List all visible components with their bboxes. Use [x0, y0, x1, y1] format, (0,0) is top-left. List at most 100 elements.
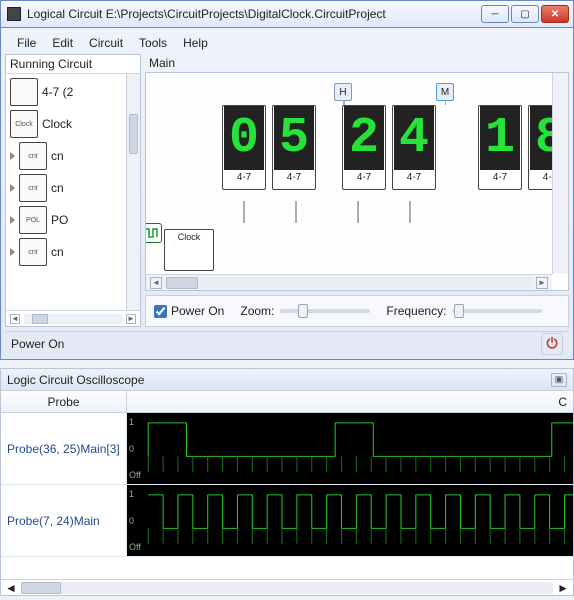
- expand-icon[interactable]: [10, 152, 15, 160]
- tree-item[interactable]: cnt cn: [8, 236, 138, 268]
- scroll-right-icon[interactable]: ►: [536, 277, 548, 289]
- tree-item[interactable]: cnt cn: [8, 140, 138, 172]
- circuit-canvas[interactable]: H M 0 4-7 5 4-7 2 4-7: [145, 72, 569, 291]
- tree-horizontal-scrollbar[interactable]: ◄ ►: [6, 310, 140, 326]
- component-icon: Clock: [10, 110, 38, 138]
- tree-item-label: cn: [51, 245, 64, 259]
- main-panel: Main H M 0 4-7 5 4-7 2 4-7: [145, 54, 569, 327]
- y-axis-labels: 1 0 Off: [129, 489, 147, 552]
- menubar: File Edit Circuit Tools Help: [5, 32, 569, 54]
- power-icon: ⏻: [546, 335, 557, 352]
- clock-source-icon[interactable]: [145, 223, 162, 243]
- canvas-horizontal-scrollbar[interactable]: ◄ ►: [146, 274, 552, 290]
- canvas-vertical-scrollbar[interactable]: [552, 73, 568, 274]
- running-circuit-header: Running Circuit: [6, 55, 140, 74]
- seven-segment-row: 0 4-7 5 4-7 2 4-7 4 4-7: [222, 105, 569, 190]
- component-icon: cnt: [19, 174, 47, 202]
- circuit-tree[interactable]: 4-7 (2 Clock Clock cnt cn cnt cn: [6, 74, 140, 310]
- tree-item[interactable]: cnt cn: [8, 172, 138, 204]
- probe-row: Probe(36, 25)Main[3] 1 0 Off: [1, 413, 573, 485]
- menu-circuit[interactable]: Circuit: [83, 34, 129, 52]
- maximize-button[interactable]: ▢: [511, 5, 539, 23]
- scroll-left-icon[interactable]: ◄: [150, 277, 162, 289]
- zoom-slider[interactable]: [280, 309, 370, 313]
- power-on-checkbox[interactable]: Power On: [154, 304, 224, 318]
- segment-label: 4-7: [407, 170, 421, 189]
- seven-segment[interactable]: 1 4-7: [478, 105, 522, 190]
- waveform-slow: [127, 413, 573, 484]
- status-text: Power On: [11, 337, 64, 351]
- scroll-right-icon[interactable]: ►: [126, 314, 136, 324]
- probe-name[interactable]: Probe(36, 25)Main[3]: [1, 413, 127, 484]
- oscilloscope-body: Probe(36, 25)Main[3] 1 0 Off Probe: [1, 413, 573, 579]
- main-window: File Edit Circuit Tools Help Running Cir…: [0, 28, 574, 360]
- probe-column-header[interactable]: Probe: [1, 391, 127, 412]
- titlebar[interactable]: Logical Circuit E:\Projects\CircuitProje…: [0, 0, 574, 28]
- component-icon: cnt: [19, 142, 47, 170]
- seven-segment[interactable]: 2 4-7: [342, 105, 386, 190]
- scroll-left-icon[interactable]: ◄: [5, 581, 17, 595]
- component-icon: [10, 78, 38, 106]
- frequency-slider[interactable]: [452, 309, 542, 313]
- probe-name[interactable]: Probe(7, 24)Main: [1, 485, 127, 556]
- segment-label: 4-7: [237, 170, 251, 189]
- seven-segment[interactable]: 4 4-7: [392, 105, 436, 190]
- power-on-label: Power On: [171, 304, 224, 318]
- component-icon: cnt: [19, 238, 47, 266]
- tree-item[interactable]: 4-7 (2: [8, 76, 138, 108]
- tree-item[interactable]: Clock Clock: [8, 108, 138, 140]
- tree-item-label: Clock: [42, 117, 72, 131]
- oscilloscope-titlebar[interactable]: Logic Circuit Oscilloscope ▣: [1, 369, 573, 391]
- menu-edit[interactable]: Edit: [46, 34, 79, 52]
- menu-help[interactable]: Help: [177, 34, 214, 52]
- tree-item-label: PO: [51, 213, 68, 227]
- running-circuit-panel: Running Circuit 4-7 (2 Clock Clock cnt c…: [5, 54, 141, 327]
- scroll-right-icon[interactable]: ►: [557, 581, 569, 595]
- digit-display: 2: [344, 106, 384, 170]
- waveform-fast: [127, 485, 573, 556]
- expand-icon[interactable]: [10, 216, 15, 224]
- expand-icon[interactable]: [10, 248, 15, 256]
- status-bar: Power On ⏻: [5, 331, 569, 355]
- probe-row: Probe(7, 24)Main 1 0 Off: [1, 485, 573, 557]
- power-button[interactable]: ⏻: [541, 333, 563, 355]
- main-header: Main: [145, 54, 569, 72]
- tag-h-button[interactable]: H: [334, 83, 352, 101]
- window-title: Logical Circuit E:\Projects\CircuitProje…: [27, 7, 481, 21]
- seven-segment[interactable]: 0 4-7: [222, 105, 266, 190]
- power-on-input[interactable]: [154, 305, 167, 318]
- oscilloscope-close-button[interactable]: ▣: [551, 373, 567, 387]
- oscilloscope-title: Logic Circuit Oscilloscope: [7, 373, 144, 387]
- digit-display: 1: [480, 106, 520, 170]
- oscilloscope-header: Probe C: [1, 391, 573, 413]
- y-axis-labels: 1 0 Off: [129, 417, 147, 480]
- oscilloscope-window: Logic Circuit Oscilloscope ▣ Probe C Pro…: [0, 368, 574, 596]
- minimize-button[interactable]: ─: [481, 5, 509, 23]
- seven-segment[interactable]: 5 4-7: [272, 105, 316, 190]
- frequency-label: Frequency:: [386, 304, 446, 318]
- digit-display: 5: [274, 106, 314, 170]
- menu-file[interactable]: File: [11, 34, 42, 52]
- clock-block[interactable]: Clock: [164, 229, 214, 271]
- app-icon: [7, 7, 21, 21]
- digit-display: 4: [394, 106, 434, 170]
- menu-tools[interactable]: Tools: [133, 34, 173, 52]
- digit-display: 0: [224, 106, 264, 170]
- segment-label: 4-7: [287, 170, 301, 189]
- segment-label: 4-7: [493, 170, 507, 189]
- tree-item[interactable]: POL PO: [8, 204, 138, 236]
- probe-waveform[interactable]: 1 0 Off: [127, 485, 573, 556]
- second-column-header[interactable]: C: [127, 391, 573, 412]
- scroll-left-icon[interactable]: ◄: [10, 314, 20, 324]
- tree-vertical-scrollbar[interactable]: [126, 74, 140, 310]
- tree-item-label: cn: [51, 181, 64, 195]
- probe-waveform[interactable]: 1 0 Off: [127, 413, 573, 484]
- component-icon: POL: [19, 206, 47, 234]
- expand-icon[interactable]: [10, 184, 15, 192]
- tree-item-label: cn: [51, 149, 64, 163]
- close-button[interactable]: ✕: [541, 5, 569, 23]
- oscilloscope-scrollbar[interactable]: ◄ ►: [1, 579, 573, 595]
- tag-m-button[interactable]: M: [436, 83, 454, 101]
- zoom-label: Zoom:: [240, 304, 274, 318]
- segment-label: 4-7: [357, 170, 371, 189]
